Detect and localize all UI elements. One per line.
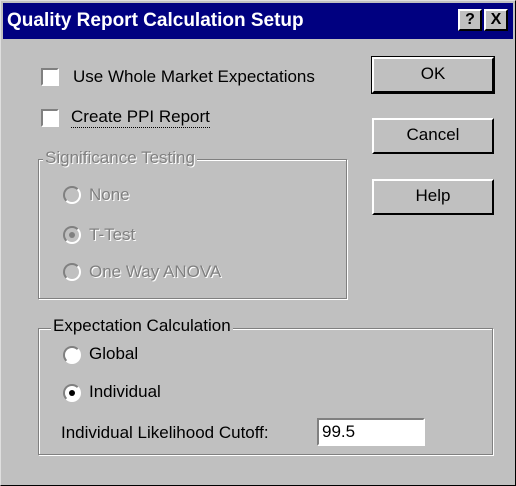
title-bar[interactable]: Quality Report Calculation Setup ? X (3, 3, 513, 39)
likelihood-cutoff-label: Individual Likelihood Cutoff: (61, 423, 269, 442)
radio-selected-dot (69, 232, 75, 238)
close-title-button[interactable]: X (484, 9, 508, 31)
significance-testing-legend: Significance Testing (43, 148, 197, 168)
significance-anova-radio[interactable] (63, 263, 81, 281)
use-whole-market-label[interactable]: Use Whole Market Expectations (73, 67, 315, 87)
radio-selected-dot (69, 390, 75, 396)
significance-none-label[interactable]: None (89, 185, 130, 205)
significance-anova-label[interactable]: One Way ANOVA (89, 262, 221, 282)
significance-ttest-label[interactable]: T-Test (89, 225, 135, 245)
window-title: Quality Report Calculation Setup (7, 10, 304, 31)
likelihood-cutoff-input[interactable]: 99.5 (317, 418, 425, 446)
cancel-button[interactable]: Cancel (372, 118, 494, 154)
significance-ttest-radio[interactable] (63, 226, 81, 244)
significance-none-radio[interactable] (63, 186, 81, 204)
expectation-individual-radio[interactable] (63, 384, 81, 402)
expectation-global-label[interactable]: Global (89, 344, 138, 364)
ok-button[interactable]: OK (371, 56, 495, 94)
help-title-button[interactable]: ? (458, 9, 482, 31)
create-ppi-checkbox[interactable] (41, 109, 59, 127)
expectation-calculation-legend: Expectation Calculation (51, 316, 233, 336)
expectation-individual-label[interactable]: Individual (89, 382, 161, 402)
use-whole-market-checkbox[interactable] (41, 68, 59, 86)
help-button[interactable]: Help (372, 179, 494, 215)
dialog-window: Quality Report Calculation Setup ? X Use… (0, 0, 516, 486)
create-ppi-label[interactable]: Create PPI Report (71, 107, 210, 128)
expectation-global-radio[interactable] (63, 346, 81, 364)
